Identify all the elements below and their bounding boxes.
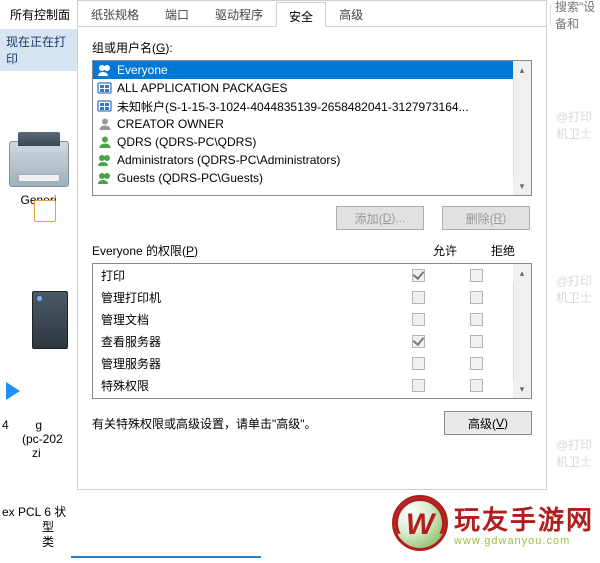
permission-row: 特殊权限: [93, 374, 513, 396]
remove-button[interactable]: 删除(R): [442, 206, 530, 230]
permission-row: 管理打印机: [93, 286, 513, 308]
group-name: Administrators (QDRS-PC\Administrators): [117, 153, 340, 167]
advanced-button[interactable]: 高级(V): [444, 411, 532, 435]
permission-name: 查看服务器: [101, 333, 389, 350]
tab-security[interactable]: 安全: [276, 2, 326, 27]
permission-row: 管理服务器: [93, 352, 513, 374]
group-row[interactable]: Administrators (QDRS-PC\Administrators): [93, 151, 531, 169]
group-name: CREATOR OWNER: [117, 117, 224, 131]
group-name: QDRS (QDRS-PC\QDRS): [117, 135, 256, 149]
group-row[interactable]: 未知帐户(S-1-15-3-1024-4044835139-2658482041…: [93, 97, 531, 115]
selection-bar: [71, 556, 261, 558]
app-pkg-icon: [97, 99, 113, 113]
scroll-up-icon[interactable]: ▴: [513, 264, 531, 282]
row2-d: zi: [32, 446, 41, 460]
group-row[interactable]: Everyone: [93, 61, 531, 79]
control-panel-sidebar: 所有控制面 现在正在打印 GeneriO 4 g (pc-202 zi: [0, 0, 77, 563]
scroll-up-icon[interactable]: ▴: [513, 61, 531, 79]
permission-row: 打印: [93, 264, 513, 286]
properties-dialog: 纸张规格 端口 驱动程序 安全 高级 组或用户名(G): Everyone ALL…: [77, 0, 547, 490]
tab-strip: 纸张规格 端口 驱动程序 安全 高级: [78, 1, 546, 27]
groups-listbox[interactable]: Everyone ALL APPLICATION PACKAGES 未知帐户(S-1…: [92, 60, 532, 196]
all-control-panels-label: 所有控制面: [0, 0, 77, 23]
deny-checkbox[interactable]: [470, 379, 483, 392]
group-blue-icon: [97, 63, 113, 77]
printer-icon[interactable]: [9, 141, 69, 187]
permission-name: 管理文档: [101, 311, 389, 328]
tab-paper[interactable]: 纸张规格: [78, 1, 152, 26]
add-button[interactable]: 添加(D)...: [336, 206, 424, 230]
brand-en: www.gdwanyou.com: [454, 535, 570, 547]
group-name: ALL APPLICATION PACKAGES: [117, 81, 288, 95]
row2-c: (pc-202: [22, 432, 63, 446]
group-name: Guests (QDRS-PC\Guests): [117, 171, 263, 185]
footer-hint: 有关特殊权限或高级设置，请单击"高级"。: [92, 415, 444, 432]
permission-name: 管理打印机: [101, 289, 389, 306]
logo-circle-icon: W: [392, 495, 448, 551]
deny-header: 拒绝: [474, 242, 532, 259]
listbox-scrollbar[interactable]: ▴ ▾: [513, 61, 531, 195]
tab-driver[interactable]: 驱动程序: [202, 1, 276, 26]
groups-label: 组或用户名(G):: [92, 39, 532, 56]
group-name: Everyone: [117, 63, 168, 77]
group-green-icon: [97, 153, 113, 167]
group-row[interactable]: ALL APPLICATION PACKAGES: [93, 79, 531, 97]
allow-header: 允许: [416, 242, 474, 259]
permission-name: 管理服务器: [101, 355, 389, 372]
tab-ports[interactable]: 端口: [152, 1, 202, 26]
allow-checkbox[interactable]: [412, 269, 425, 282]
deny-checkbox[interactable]: [470, 313, 483, 326]
permission-name: 特殊权限: [101, 377, 389, 394]
allow-checkbox[interactable]: [412, 379, 425, 392]
permissions-for-label: Everyone 的权限(P): [92, 242, 416, 259]
deny-checkbox[interactable]: [470, 335, 483, 348]
pc-tower-icon[interactable]: [32, 291, 68, 349]
row2-a: 4: [2, 418, 9, 432]
deny-checkbox[interactable]: [470, 291, 483, 304]
group-row[interactable]: QDRS (QDRS-PC\QDRS): [93, 133, 531, 151]
search-box[interactable]: 搜索"设备和: [550, 4, 600, 26]
deny-checkbox[interactable]: [470, 269, 483, 282]
search-placeholder: 搜索"设备和: [555, 0, 600, 32]
arrow-right-icon: [6, 382, 20, 400]
allow-checkbox[interactable]: [412, 335, 425, 348]
printer-badge-icon: [34, 200, 56, 222]
brand-logo: W 玩友手游网 www.gdwanyou.com: [392, 495, 594, 551]
group-name: 未知帐户(S-1-15-3-1024-4044835139-2658482041…: [117, 98, 469, 115]
deny-checkbox[interactable]: [470, 357, 483, 370]
permission-name: 打印: [101, 267, 389, 284]
permission-row: 管理文档: [93, 308, 513, 330]
scroll-down-icon[interactable]: ▾: [513, 380, 531, 398]
app-pkg-icon: [97, 81, 113, 95]
tab-advanced[interactable]: 高级: [326, 1, 376, 26]
allow-checkbox[interactable]: [412, 313, 425, 326]
permissions-listbox[interactable]: 打印管理打印机管理文档查看服务器管理服务器特殊权限 ▴ ▾: [92, 263, 532, 399]
bottom-left-fragments: ex PCL 6 状 型 类: [2, 505, 66, 550]
group-green-icon: [97, 171, 113, 185]
user-green-icon: [97, 135, 113, 149]
user-gray-icon: [97, 117, 113, 131]
perm-scrollbar[interactable]: ▴ ▾: [513, 264, 531, 398]
scroll-down-icon[interactable]: ▾: [513, 177, 531, 195]
allow-checkbox[interactable]: [412, 357, 425, 370]
now-printing-item[interactable]: 现在正在打印: [0, 29, 77, 71]
group-row[interactable]: CREATOR OWNER: [93, 115, 531, 133]
brand-cn: 玩友手游网: [454, 500, 594, 537]
row2-b: g: [35, 418, 42, 432]
permission-row: 查看服务器: [93, 330, 513, 352]
allow-checkbox[interactable]: [412, 291, 425, 304]
group-row[interactable]: Guests (QDRS-PC\Guests): [93, 169, 531, 187]
